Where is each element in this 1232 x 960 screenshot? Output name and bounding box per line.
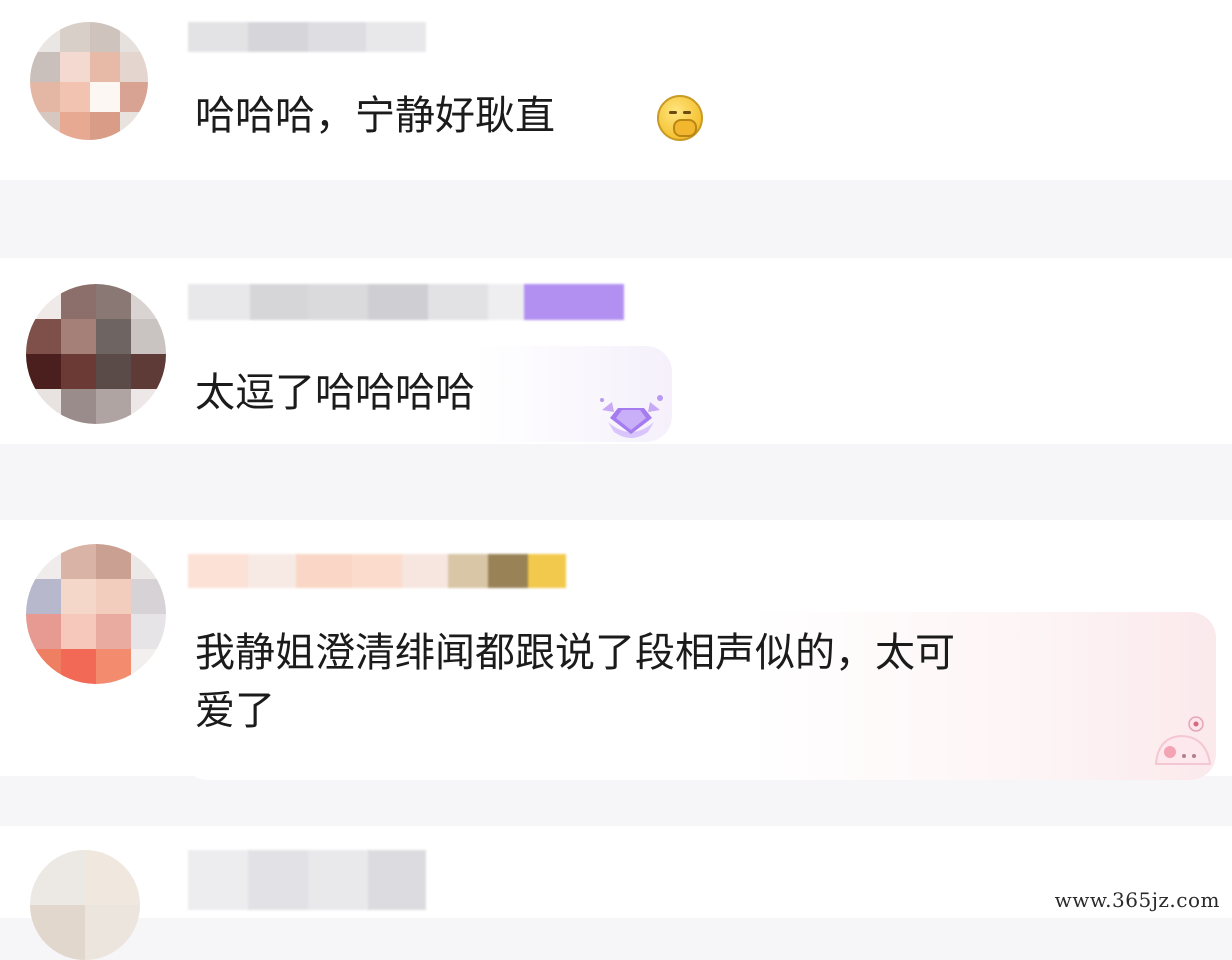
comment-text: 哈哈哈，宁静好耿直	[195, 93, 555, 139]
watermark: www.365jz.com	[1054, 888, 1220, 912]
username[interactable]	[188, 22, 426, 52]
comment-item-3: 我静姐澄清绯闻都跟说了段相声似的，太可 爱了	[0, 520, 1232, 780]
avatar[interactable]	[26, 284, 166, 424]
comment-text: 太逗了哈哈哈哈	[195, 370, 475, 416]
username[interactable]	[188, 554, 566, 588]
comment-item-4	[0, 826, 1232, 960]
cute-sticker-badge-icon	[1154, 716, 1212, 765]
avatar[interactable]	[26, 544, 166, 684]
username[interactable]	[188, 284, 624, 320]
purple-gem-badge-icon	[600, 395, 663, 438]
comment-item-2: 太逗了哈哈哈哈	[0, 258, 1232, 444]
comment-item-1: 哈哈哈，宁静好耿直	[0, 0, 1232, 180]
face-with-hand-over-mouth-icon	[657, 95, 703, 141]
avatar[interactable]	[30, 850, 140, 960]
username[interactable]	[188, 850, 426, 910]
avatar[interactable]	[30, 22, 148, 140]
comment-text: 我静姐澄清绯闻都跟说了段相声似的，太可 爱了	[195, 630, 955, 734]
